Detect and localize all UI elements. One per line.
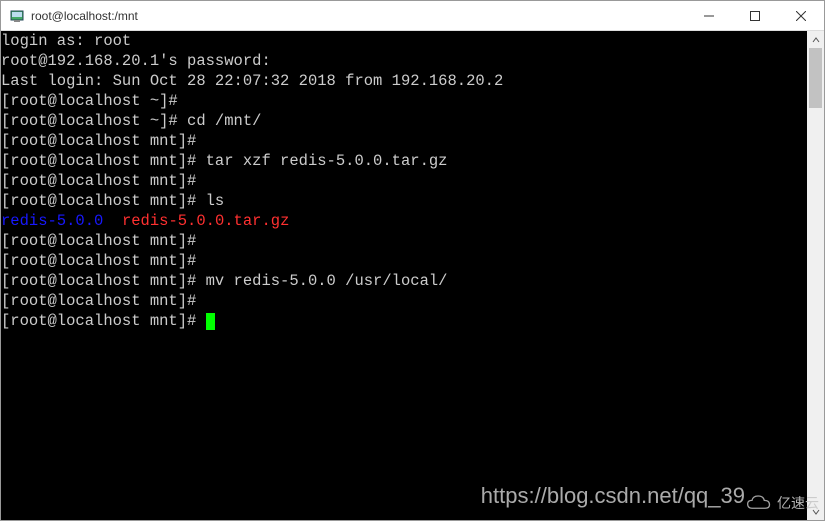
maximize-button[interactable]: [732, 1, 778, 31]
titlebar-left: root@localhost:/mnt: [1, 8, 686, 24]
terminal-line: [root@localhost mnt]# ls: [1, 191, 807, 211]
scrollbar-track[interactable]: [807, 48, 824, 503]
scrollbar-thumb[interactable]: [809, 48, 822, 108]
terminal-line: [root@localhost mnt]#: [1, 231, 807, 251]
scroll-down-button[interactable]: [807, 503, 824, 520]
terminal-line: [root@localhost mnt]#: [1, 291, 807, 311]
scroll-up-button[interactable]: [807, 31, 824, 48]
terminal-line: redis-5.0.0 redis-5.0.0.tar.gz: [1, 211, 807, 231]
terminal-area: login as: rootroot@192.168.20.1's passwo…: [1, 31, 824, 520]
close-icon: [796, 11, 806, 21]
maximize-icon: [750, 11, 760, 21]
chevron-down-icon: [812, 508, 820, 516]
minimize-icon: [704, 11, 714, 21]
terminal-line: [root@localhost mnt]#: [1, 251, 807, 271]
minimize-button[interactable]: [686, 1, 732, 31]
terminal-line: [root@localhost mnt]#: [1, 131, 807, 151]
cursor: [206, 313, 215, 330]
terminal[interactable]: login as: rootroot@192.168.20.1's passwo…: [1, 31, 807, 520]
window-controls: [686, 1, 824, 31]
terminal-line: [root@localhost mnt]#: [1, 311, 807, 331]
chevron-up-icon: [812, 36, 820, 44]
terminal-line: [root@localhost mnt]# mv redis-5.0.0 /us…: [1, 271, 807, 291]
terminal-line: Last login: Sun Oct 28 22:07:32 2018 fro…: [1, 71, 807, 91]
terminal-line: [root@localhost ~]#: [1, 91, 807, 111]
terminal-line: [root@localhost mnt]# tar xzf redis-5.0.…: [1, 151, 807, 171]
close-button[interactable]: [778, 1, 824, 31]
terminal-line: [root@localhost ~]# cd /mnt/: [1, 111, 807, 131]
titlebar: root@localhost:/mnt: [1, 1, 824, 31]
terminal-line: root@192.168.20.1's password:: [1, 51, 807, 71]
terminal-line: [root@localhost mnt]#: [1, 171, 807, 191]
putty-icon: [9, 8, 25, 24]
terminal-line: login as: root: [1, 31, 807, 51]
scrollbar[interactable]: [807, 31, 824, 520]
window-title: root@localhost:/mnt: [31, 9, 138, 23]
putty-window: root@localhost:/mnt login as: rootroot@1…: [0, 0, 825, 521]
